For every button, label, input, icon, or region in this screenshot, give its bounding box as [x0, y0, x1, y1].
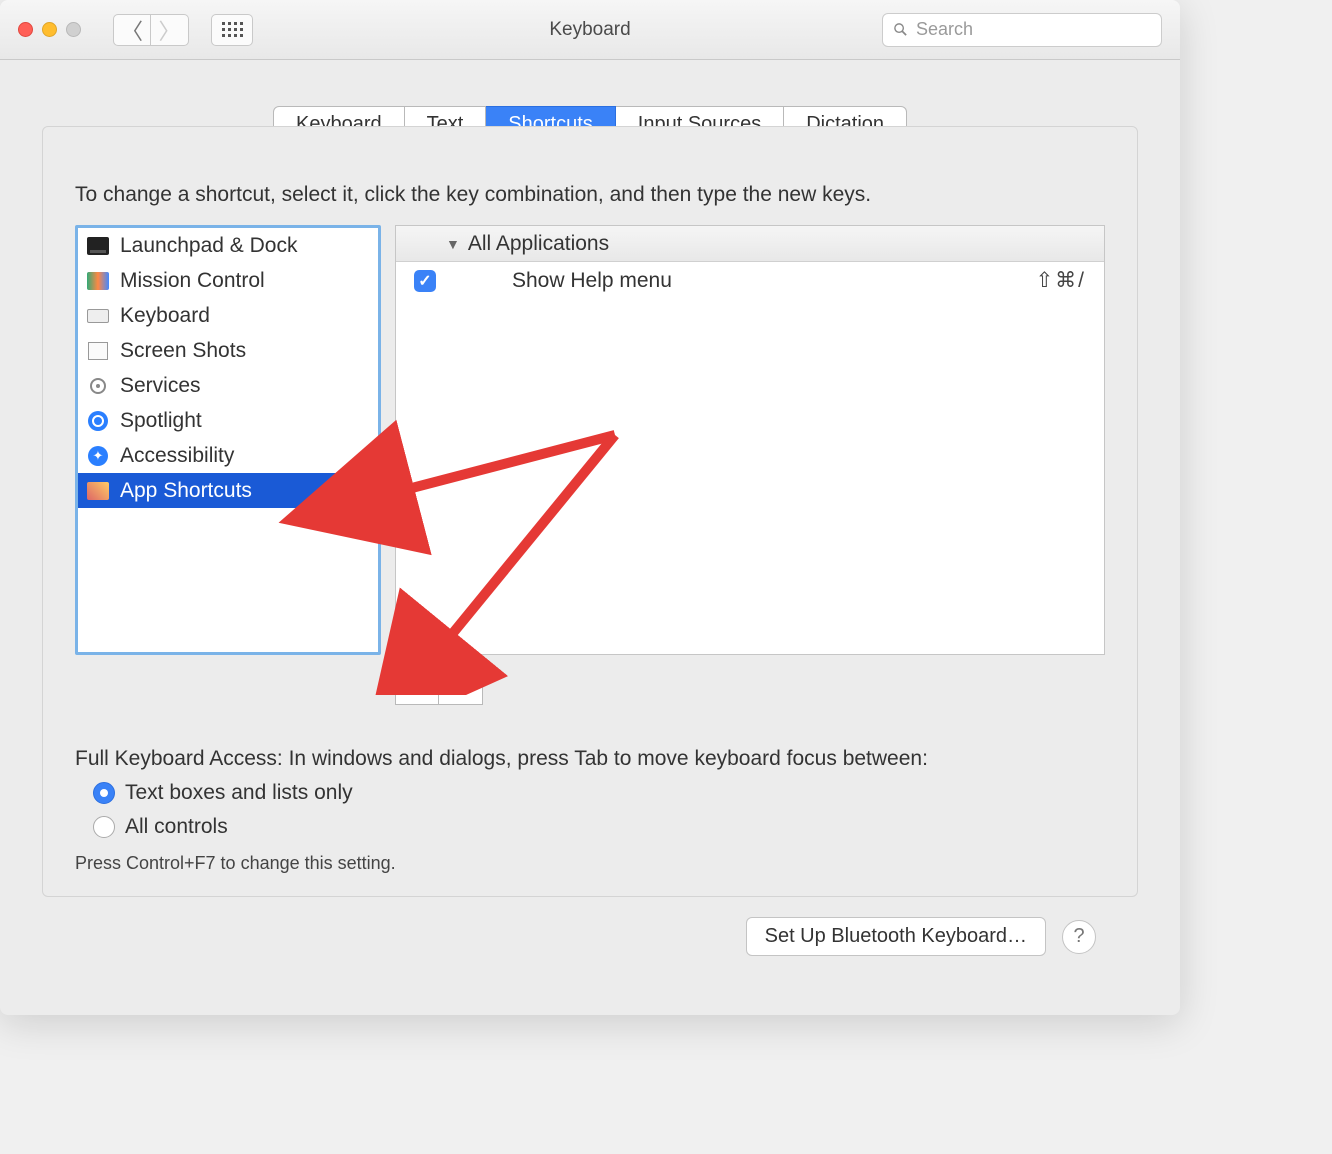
- category-keyboard[interactable]: Keyboard: [78, 298, 378, 333]
- split-view: Launchpad & Dock Mission Control Keyboar…: [75, 225, 1105, 655]
- category-label: App Shortcuts: [120, 479, 252, 503]
- mission-control-icon: [86, 269, 110, 293]
- instruction-text: To change a shortcut, select it, click t…: [75, 183, 1105, 207]
- search-placeholder: Search: [916, 19, 973, 40]
- app-icon: [86, 479, 110, 503]
- forward-button[interactable]: 〉: [151, 14, 189, 46]
- remove-shortcut-button[interactable]: –: [439, 669, 483, 705]
- radio-textboxes-lists[interactable]: Text boxes and lists only: [93, 781, 1105, 805]
- search-icon: [893, 22, 908, 37]
- category-mission-control[interactable]: Mission Control: [78, 263, 378, 298]
- launchpad-icon: [86, 234, 110, 258]
- search-input[interactable]: Search: [882, 13, 1162, 47]
- category-services[interactable]: Services: [78, 368, 378, 403]
- preferences-window: 〈 〉 Keyboard Search Keyboard Text Shortc…: [0, 0, 1180, 1015]
- category-list[interactable]: Launchpad & Dock Mission Control Keyboar…: [75, 225, 381, 655]
- grid-icon: [222, 22, 243, 37]
- category-label: Keyboard: [120, 304, 210, 328]
- full-keyboard-access-heading: Full Keyboard Access: In windows and dia…: [75, 747, 1105, 771]
- category-screenshots[interactable]: Screen Shots: [78, 333, 378, 368]
- gear-icon: [86, 374, 110, 398]
- category-label: Spotlight: [120, 409, 202, 433]
- bluetooth-keyboard-button[interactable]: Set Up Bluetooth Keyboard…: [746, 917, 1046, 956]
- shortcut-detail: ▼ All Applications ✓ Show Help menu ⇧⌘/: [395, 225, 1105, 655]
- shortcut-keys[interactable]: ⇧⌘/: [1036, 268, 1086, 293]
- category-label: Mission Control: [120, 269, 265, 293]
- category-label: Screen Shots: [120, 339, 246, 363]
- category-launchpad[interactable]: Launchpad & Dock: [78, 228, 378, 263]
- back-button[interactable]: 〈: [113, 14, 151, 46]
- keyboard-access-hint: Press Control+F7 to change this setting.: [75, 853, 1105, 874]
- category-label: Launchpad & Dock: [120, 234, 297, 258]
- nav-buttons: 〈 〉: [113, 14, 189, 46]
- radio-label: Text boxes and lists only: [125, 781, 353, 805]
- disclosure-triangle-icon[interactable]: ▼: [446, 236, 460, 252]
- shortcuts-panel: To change a shortcut, select it, click t…: [42, 126, 1138, 897]
- window-controls: [18, 22, 81, 37]
- category-spotlight[interactable]: Spotlight: [78, 403, 378, 438]
- zoom-icon[interactable]: [66, 22, 81, 37]
- category-app-shortcuts[interactable]: App Shortcuts: [78, 473, 378, 508]
- shortcut-label: Show Help menu: [452, 269, 1020, 293]
- shortcut-checkbox[interactable]: ✓: [414, 270, 436, 292]
- close-icon[interactable]: [18, 22, 33, 37]
- radio-icon[interactable]: [93, 816, 115, 838]
- titlebar: 〈 〉 Keyboard Search: [0, 0, 1180, 60]
- add-shortcut-button[interactable]: +: [395, 669, 439, 705]
- help-button[interactable]: ?: [1062, 920, 1096, 954]
- content: Keyboard Text Shortcuts Input Sources Di…: [0, 60, 1180, 986]
- category-label: Accessibility: [120, 444, 234, 468]
- screenshot-icon: [86, 339, 110, 363]
- radio-label: All controls: [125, 815, 228, 839]
- footer: Set Up Bluetooth Keyboard… ?: [42, 897, 1138, 956]
- chevron-left-icon: 〈: [121, 14, 143, 46]
- category-accessibility[interactable]: Accessibility: [78, 438, 378, 473]
- radio-all-controls[interactable]: All controls: [93, 815, 1105, 839]
- shortcut-group-header[interactable]: ▼ All Applications: [396, 226, 1104, 262]
- keyboard-icon: [86, 304, 110, 328]
- show-all-button[interactable]: [211, 14, 253, 46]
- add-remove-buttons: + –: [395, 669, 1105, 705]
- category-label: Services: [120, 374, 201, 398]
- shortcut-row[interactable]: ✓ Show Help menu ⇧⌘/: [396, 262, 1104, 299]
- group-title: All Applications: [468, 232, 609, 256]
- spotlight-icon: [86, 409, 110, 433]
- accessibility-icon: [86, 444, 110, 468]
- radio-icon[interactable]: [93, 782, 115, 804]
- minimize-icon[interactable]: [42, 22, 57, 37]
- chevron-right-icon: 〉: [158, 14, 180, 46]
